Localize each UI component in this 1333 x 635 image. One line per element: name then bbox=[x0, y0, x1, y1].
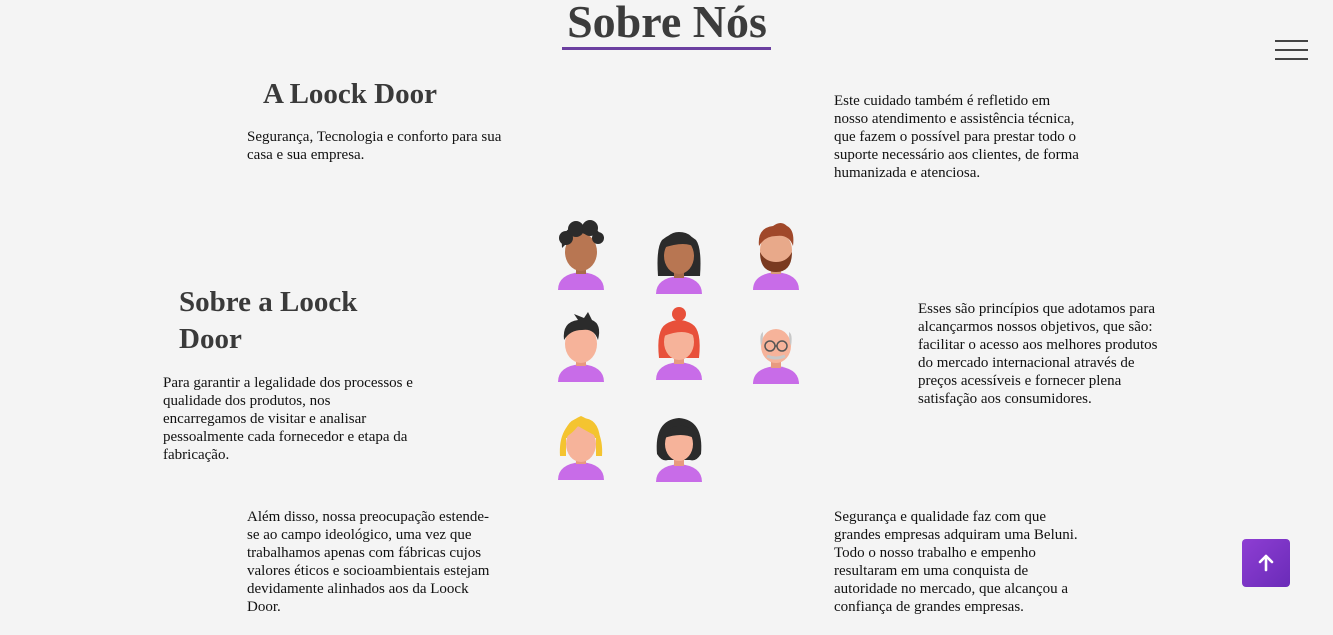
avatar-spiky-hair bbox=[558, 312, 604, 382]
avatar-long-hair bbox=[656, 232, 702, 294]
support-text: Este cuidado também é refletido em nosso… bbox=[834, 93, 1079, 181]
ideology-text: Além disso, nossa preocupação estende-se… bbox=[247, 509, 490, 615]
scroll-top-button[interactable] bbox=[1242, 539, 1290, 587]
avatar-dark-bob-hair bbox=[656, 418, 702, 482]
people-avatars-illustration bbox=[548, 214, 813, 484]
avatar-bearded-man bbox=[753, 223, 799, 290]
principles-text: Esses são princípios que adotamos para a… bbox=[918, 301, 1158, 407]
section-heading-sobre: Sobre a Loock Door bbox=[179, 286, 358, 355]
sobre-text: Para garantir a legalidade dos processos… bbox=[163, 375, 413, 463]
arrow-up-icon[interactable] bbox=[1257, 554, 1275, 572]
page-title: Sobre Nós bbox=[567, 0, 767, 47]
avatar-red-hair-bun bbox=[656, 307, 702, 380]
avatar-curly-hair bbox=[558, 220, 604, 290]
avatar-blonde-hair bbox=[558, 416, 604, 480]
authority-text: Segurança e qualidade faz com que grande… bbox=[834, 509, 1078, 615]
about-page: Sobre Nós A Loock Door Segurança, Tecnol… bbox=[0, 0, 1333, 635]
menu-button[interactable] bbox=[1275, 40, 1308, 60]
loock-door-text: Segurança, Tecnologia e conforto para su… bbox=[247, 129, 502, 163]
title-underline bbox=[562, 47, 771, 50]
avatar-old-man-glasses bbox=[753, 329, 799, 384]
section-heading-loock-door: A Loock Door bbox=[263, 78, 437, 110]
